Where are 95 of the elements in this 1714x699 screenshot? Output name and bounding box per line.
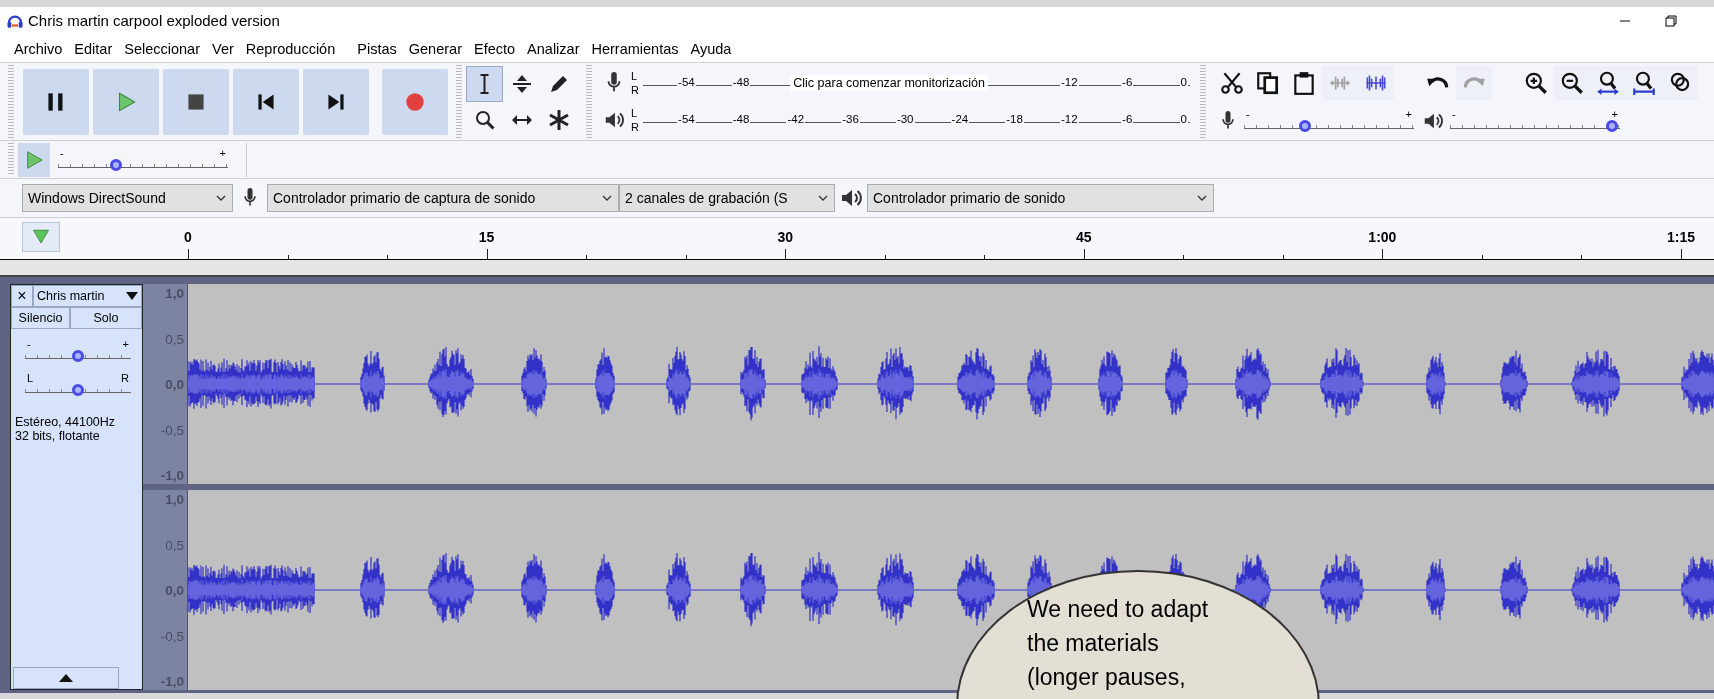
plus-label: + bbox=[1405, 108, 1412, 119]
play-at-speed-button[interactable] bbox=[18, 142, 50, 177]
monitoring-prompt[interactable]: Clic para comenzar monitorización bbox=[790, 74, 988, 91]
zoom-toggle-button[interactable] bbox=[1662, 65, 1698, 100]
window-title: Chris martin carpool exploded version bbox=[28, 10, 280, 31]
channel-label: R bbox=[631, 83, 640, 97]
minus-label: - bbox=[1246, 108, 1250, 119]
record-button[interactable] bbox=[382, 68, 448, 135]
plus-label: + bbox=[1611, 108, 1618, 119]
audio-host-dropdown[interactable]: Windows DirectSound bbox=[22, 184, 233, 212]
clipboard-icon bbox=[1291, 69, 1317, 96]
meter-scale-label: -42 bbox=[786, 113, 806, 126]
meter-scale-label: -24 bbox=[950, 113, 970, 126]
meter-scale-label: -12 bbox=[1059, 76, 1079, 89]
channel-label: L bbox=[631, 69, 639, 83]
track-info-text: Estéreo, 44100Hz bbox=[15, 415, 117, 429]
slider-thumb[interactable] bbox=[109, 158, 122, 171]
i-beam-icon bbox=[480, 73, 489, 94]
dropdown-triangle-icon bbox=[126, 291, 138, 301]
menu-item[interactable]: Analizar bbox=[521, 35, 586, 62]
meter-scale-label: -48 bbox=[731, 76, 751, 89]
silence-button[interactable] bbox=[1358, 65, 1394, 100]
minus-label: - bbox=[1452, 108, 1456, 119]
meter-scale-label: -48 bbox=[731, 113, 751, 126]
menu-item[interactable]: Reproducción bbox=[239, 35, 342, 62]
minus-label: - bbox=[27, 339, 31, 349]
restore-icon bbox=[1665, 15, 1677, 27]
collapse-track-button[interactable] bbox=[13, 667, 119, 689]
slider-thumb[interactable] bbox=[72, 384, 84, 396]
meter-scale-label: -36 bbox=[841, 113, 860, 126]
mute-button[interactable]: Silencio bbox=[11, 307, 70, 329]
down-triangle-icon bbox=[31, 228, 51, 246]
slider-thumb[interactable] bbox=[72, 350, 84, 362]
left-label: L bbox=[27, 373, 34, 383]
menu-item[interactable]: Seleccionar bbox=[118, 35, 206, 62]
amplitude-label: 1,0 bbox=[165, 492, 184, 508]
close-track-button[interactable]: × bbox=[11, 285, 33, 307]
meter-scale-label: -6 bbox=[1121, 113, 1134, 126]
track-menu-button[interactable]: Chris martin bbox=[33, 285, 142, 307]
slider-thumb[interactable] bbox=[1299, 119, 1312, 132]
playback-device-dropdown[interactable]: Controlador primario de sonido bbox=[867, 184, 1214, 212]
amplitude-label: 0,0 bbox=[165, 377, 184, 393]
timeline-label: 30 bbox=[776, 228, 794, 247]
stop-button[interactable] bbox=[163, 68, 229, 135]
menu-item[interactable]: Ver bbox=[206, 35, 240, 62]
channel-label: L bbox=[631, 106, 639, 120]
meter-scale-label: -12 bbox=[1059, 113, 1079, 126]
timeline-label: 1:15 bbox=[1665, 228, 1696, 247]
tool-button[interactable] bbox=[466, 65, 503, 102]
amplitude-label: 0,0 bbox=[165, 583, 184, 599]
menu-item[interactable]: Herramientas bbox=[585, 35, 685, 62]
timeline-label: 0 bbox=[183, 228, 193, 247]
solo-button[interactable]: Solo bbox=[70, 307, 142, 329]
amplitude-label: -1,0 bbox=[160, 468, 184, 484]
meter-scale-label: -18 bbox=[1005, 113, 1024, 126]
zoom-out-button[interactable] bbox=[1554, 65, 1590, 100]
headphones-icon bbox=[6, 12, 24, 30]
plus-label: + bbox=[219, 147, 226, 158]
amplitude-label: 0,5 bbox=[165, 331, 184, 348]
meter-scale-label: 0 bbox=[1179, 113, 1188, 126]
amplitude-label: -1,0 bbox=[160, 674, 184, 690]
skip-to-end-button[interactable] bbox=[303, 68, 369, 135]
timeline-label: 15 bbox=[477, 228, 496, 247]
amplitude-label: 1,0 bbox=[165, 286, 184, 302]
zoom-fit-icon bbox=[1631, 69, 1657, 96]
menu-item[interactable]: Archivo bbox=[8, 35, 69, 62]
timeline-label: 45 bbox=[1075, 228, 1093, 247]
minus-label: - bbox=[60, 147, 64, 158]
meter-scale-label: -54 bbox=[677, 76, 696, 89]
track-info-text: 32 bits, flotante bbox=[15, 429, 101, 443]
amplitude-label: -0,5 bbox=[160, 422, 184, 439]
up-triangle-icon bbox=[59, 673, 73, 683]
timeline-label: 1:00 bbox=[1367, 228, 1398, 247]
menu-item[interactable]: Efecto bbox=[467, 35, 522, 62]
right-label: R bbox=[121, 373, 129, 383]
meter-scale-label: 0 bbox=[1179, 76, 1188, 89]
pause-button[interactable] bbox=[23, 68, 89, 135]
skip-to-start-button[interactable] bbox=[233, 68, 299, 135]
slider-thumb[interactable] bbox=[1605, 119, 1618, 132]
timeline-options-button[interactable] bbox=[22, 222, 60, 252]
meter-scale-label: -6 bbox=[1121, 76, 1134, 89]
amplitude-label: -0,5 bbox=[160, 628, 184, 645]
menu-item[interactable]: Editar bbox=[68, 35, 119, 62]
meter-scale-label: -30 bbox=[895, 113, 915, 126]
channel-label: R bbox=[631, 120, 640, 134]
menu-item[interactable]: Generar bbox=[402, 35, 468, 62]
amplitude-label: 0,5 bbox=[165, 537, 184, 554]
menu-item[interactable]: Ayuda bbox=[684, 35, 738, 62]
meter-scale-label: -54 bbox=[677, 113, 696, 126]
menu-item[interactable]: Pistas bbox=[351, 35, 403, 62]
zoom-fit-icon bbox=[1595, 69, 1621, 96]
recording-channels-dropdown[interactable]: 2 canales de grabación (S bbox=[619, 184, 835, 212]
copy-icon bbox=[1255, 69, 1281, 96]
recording-device-dropdown[interactable]: Controlador primario de captura de sonido bbox=[267, 184, 619, 212]
plus-label: + bbox=[122, 339, 129, 349]
